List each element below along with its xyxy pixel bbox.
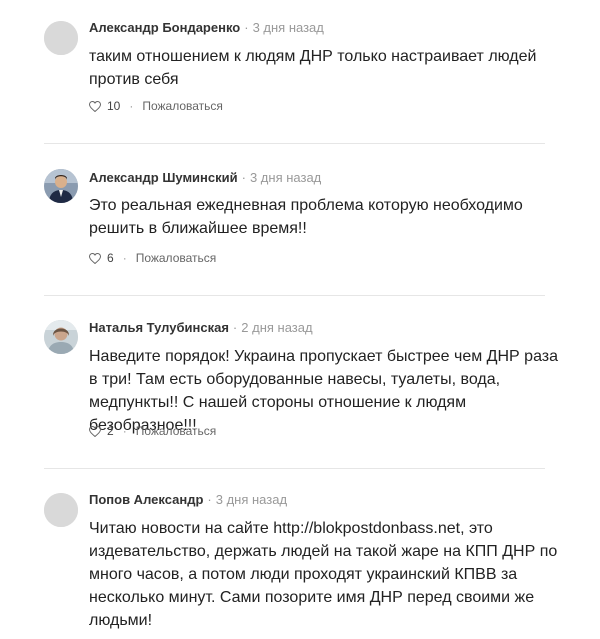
comment-author[interactable]: Попов Александр: [89, 492, 203, 507]
comment-author[interactable]: Александр Бондаренко: [89, 20, 240, 35]
like-count: 2: [107, 424, 114, 438]
heart-icon: [89, 252, 101, 264]
comment-actions: 6 · Пожаловаться: [89, 250, 216, 266]
comment-actions: 2 · Пожаловаться: [89, 423, 216, 439]
meta-separator: ·: [207, 492, 212, 507]
avatar[interactable]: [44, 320, 78, 354]
user-placeholder-icon: [44, 21, 78, 55]
like-count: 10: [107, 99, 121, 113]
comment-time[interactable]: 3 дня назад: [253, 20, 324, 35]
meta-separator: ·: [244, 20, 249, 35]
comment-text: Читаю новости на сайте http://blokpostdo…: [89, 520, 558, 629]
comments-list: Александр Бондаренко · 3 дня назад таким о…: [0, 0, 600, 639]
action-separator: ·: [122, 424, 127, 438]
comment-text: Это реальная ежедневная проблема которую…: [89, 197, 523, 237]
action-separator: ·: [129, 99, 134, 113]
comment-meta: Попов Александр · 3 дня назад: [89, 492, 287, 508]
comment-divider: [44, 143, 545, 144]
user-photo-icon: [44, 169, 78, 203]
action-separator: ·: [122, 251, 127, 265]
comment-divider: [44, 295, 545, 296]
avatar[interactable]: [44, 169, 78, 203]
comment-time[interactable]: 2 дня назад: [241, 320, 312, 335]
like-button[interactable]: 10: [89, 98, 120, 114]
meta-separator: ·: [241, 170, 246, 185]
like-count: 6: [107, 251, 114, 265]
comment-time[interactable]: 3 дня назад: [250, 170, 321, 185]
heart-icon: [89, 100, 101, 112]
comment-meta: Наталья Тулубинская · 2 дня назад: [89, 320, 313, 336]
like-button[interactable]: 2: [89, 423, 114, 439]
report-link[interactable]: Пожаловаться: [136, 423, 217, 439]
user-placeholder-icon: [44, 493, 78, 527]
avatar[interactable]: [44, 21, 78, 55]
comment-time[interactable]: 3 дня назад: [216, 492, 287, 507]
report-link[interactable]: Пожаловаться: [142, 98, 223, 114]
comment-author[interactable]: Александр Шуминский: [89, 170, 238, 185]
comment-actions: 10 · Пожаловаться: [89, 98, 223, 114]
comment-divider: [44, 468, 545, 469]
user-photo-icon: [44, 320, 78, 354]
report-link[interactable]: Пожаловаться: [136, 250, 217, 266]
comment-meta: Александр Бондаренко · 3 дня назад: [89, 20, 324, 36]
avatar[interactable]: [44, 493, 78, 527]
comment-meta: Александр Шуминский · 3 дня назад: [89, 170, 321, 186]
comment-text: таким отношением к людям ДНР только наст…: [89, 48, 537, 88]
meta-separator: ·: [232, 320, 238, 335]
comment-author[interactable]: Наталья Тулубинская: [89, 320, 229, 335]
heart-icon: [89, 425, 101, 437]
like-button[interactable]: 6: [89, 250, 114, 266]
